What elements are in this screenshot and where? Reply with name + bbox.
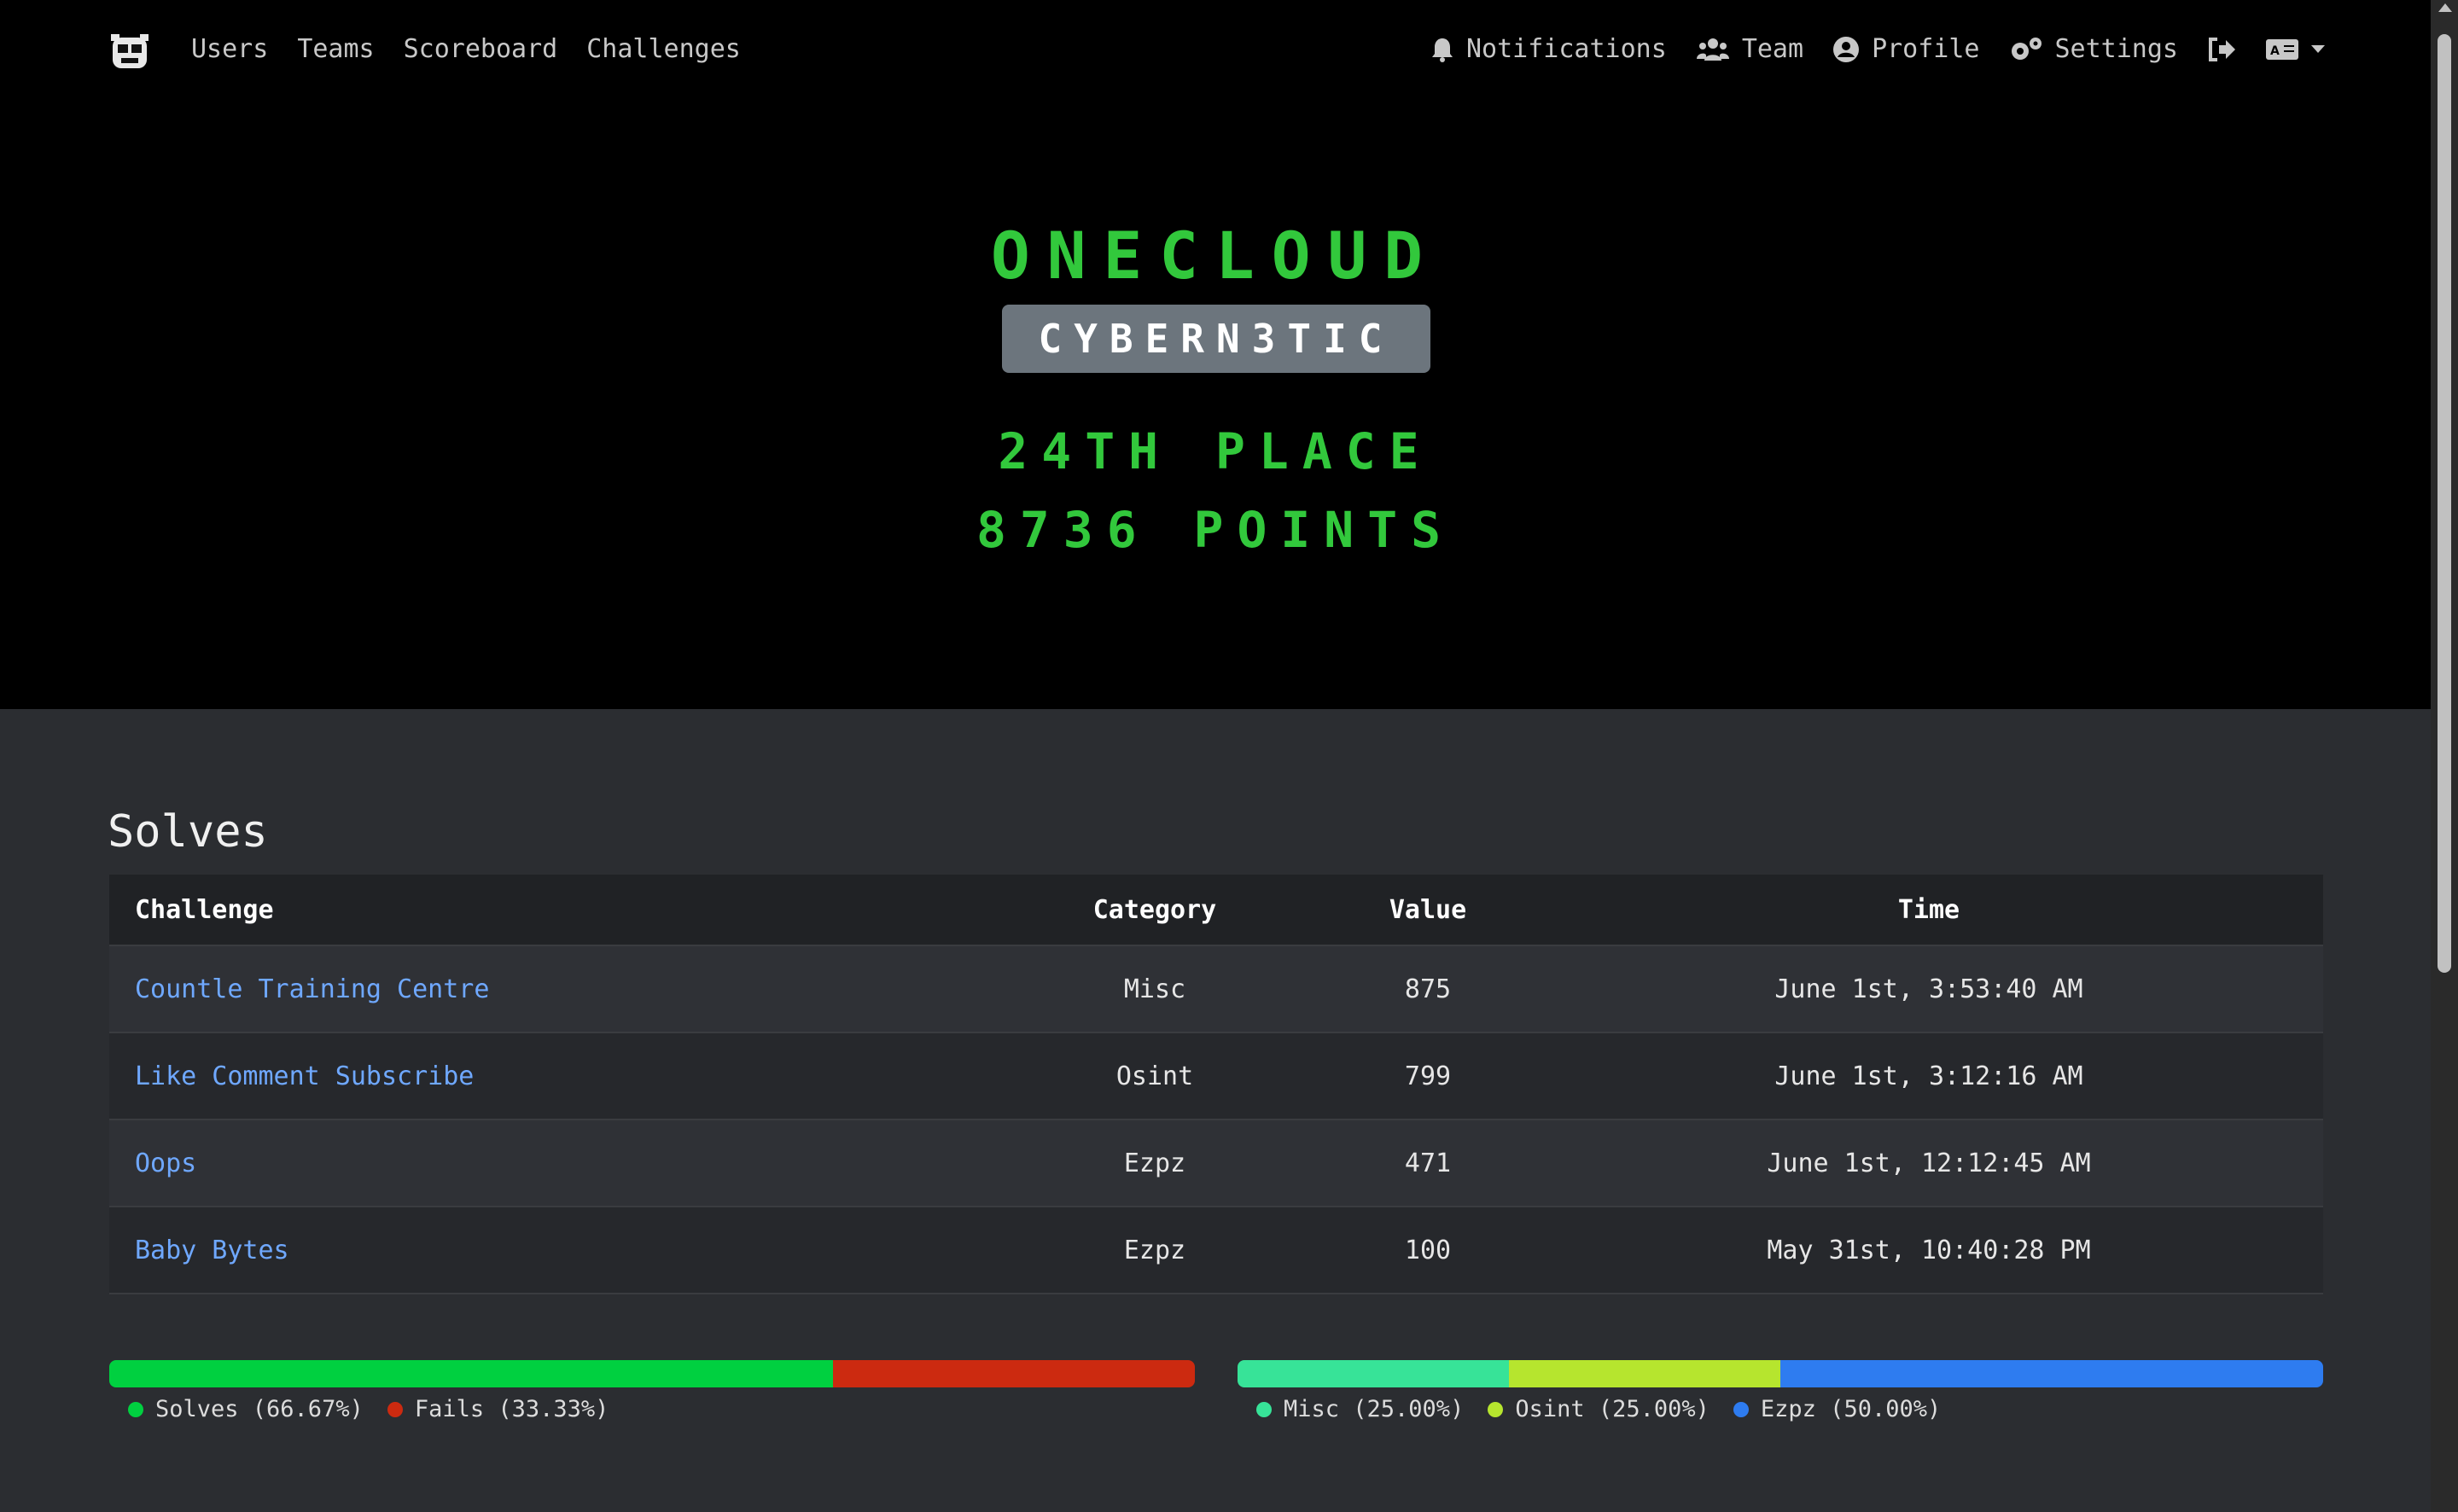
- challenge-link[interactable]: Like Comment Subscribe: [135, 1061, 474, 1091]
- legend-label: Osint (25.00%): [1515, 1396, 1710, 1422]
- cell-category: Ezpz: [988, 1207, 1321, 1294]
- solve-legend: Solves (66.67%) Fails (33.33%): [128, 1396, 609, 1422]
- cell-time: June 1st, 3:53:40 AM: [1535, 945, 2323, 1033]
- caret-down-icon: [2311, 45, 2325, 53]
- language-icon: A: [2266, 39, 2298, 60]
- cell-time: May 31st, 10:40:28 PM: [1535, 1207, 2323, 1294]
- svg-text:A: A: [2270, 44, 2280, 58]
- team-header: [0, 98, 2431, 709]
- cell-challenge: Like Comment Subscribe: [109, 1032, 988, 1120]
- sign-out-icon: [2209, 38, 2235, 61]
- team-place: 24TH PLACE: [998, 422, 1433, 480]
- cell-value: 875: [1321, 945, 1535, 1033]
- nav-team-label: Team: [1741, 34, 1804, 64]
- legend-label: Misc (25.00%): [1284, 1396, 1465, 1422]
- nav-left: Users Teams Scoreboard Challenges: [191, 31, 741, 68]
- cell-category: Osint: [988, 1032, 1321, 1120]
- cell-challenge: Oops: [109, 1119, 988, 1207]
- challenge-link[interactable]: Baby Bytes: [135, 1236, 289, 1265]
- nav-profile-label: Profile: [1872, 34, 1980, 64]
- solves-table: Challenge Category Value Time Countle Tr…: [109, 875, 2323, 1294]
- nav-settings-label: Settings: [2054, 34, 2179, 64]
- bar-segment: [1238, 1360, 1509, 1387]
- cell-time: June 1st, 12:12:45 AM: [1535, 1119, 2323, 1207]
- legend-dot-icon: [128, 1401, 143, 1417]
- table-row: Countle Training Centre Misc 875 June 1s…: [109, 945, 2323, 1033]
- cell-category: Ezpz: [988, 1119, 1321, 1207]
- challenge-link[interactable]: Oops: [135, 1149, 196, 1178]
- team-points: 8736 POINTS: [976, 501, 1455, 559]
- site-logo[interactable]: [109, 32, 150, 73]
- header-time: Time: [1535, 875, 2323, 946]
- cell-category: Misc: [988, 945, 1321, 1033]
- language-dropdown[interactable]: A: [2265, 38, 2325, 61]
- users-icon: [1696, 38, 1729, 61]
- legend-label: Fails (33.33%): [414, 1396, 609, 1422]
- bell-icon: [1432, 38, 1453, 62]
- category-legend: Misc (25.00%) Osint (25.00%) Ezpz (50.00%): [1256, 1396, 1941, 1422]
- user-circle-icon: [1833, 37, 1860, 62]
- legend-label: Ezpz (50.00%): [1760, 1396, 1942, 1422]
- category-breakdown-bar: [1238, 1360, 2323, 1387]
- table-row: Baby Bytes Ezpz 100 May 31st, 10:40:28 P…: [109, 1207, 2323, 1294]
- scroll-thumb[interactable]: [2438, 34, 2451, 973]
- nav-settings[interactable]: Settings: [2009, 31, 2179, 68]
- cell-value: 799: [1321, 1032, 1535, 1120]
- nav-profile[interactable]: Profile: [1832, 31, 1980, 68]
- legend-item[interactable]: Solves (66.67%): [128, 1396, 364, 1422]
- cell-challenge: Baby Bytes: [109, 1207, 988, 1294]
- legend-dot-icon: [1733, 1401, 1749, 1417]
- bar-segment: [1780, 1360, 2323, 1387]
- table-header-row: Challenge Category Value Time: [109, 875, 2323, 946]
- cogs-icon: [2011, 38, 2042, 60]
- nav-team[interactable]: Team: [1696, 31, 1803, 68]
- scroll-up-arrow[interactable]: [2438, 3, 2452, 12]
- nav-notifications[interactable]: Notifications: [1430, 31, 1667, 68]
- legend-dot-icon: [1256, 1401, 1272, 1417]
- table-row: Like Comment Subscribe Osint 799 June 1s…: [109, 1032, 2323, 1120]
- legend-dot-icon: [387, 1401, 403, 1417]
- legend-item[interactable]: Ezpz (50.00%): [1733, 1396, 1941, 1422]
- legend-item[interactable]: Misc (25.00%): [1256, 1396, 1464, 1422]
- solve-percentage-bar: [109, 1360, 1195, 1387]
- team-affiliation-badge: CYBERN3TIC: [1002, 305, 1430, 373]
- legend-label: Solves (66.67%): [155, 1396, 364, 1422]
- challenge-link[interactable]: Countle Training Centre: [135, 974, 489, 1004]
- cell-challenge: Countle Training Centre: [109, 945, 988, 1033]
- team-name: ONECLOUD: [990, 218, 1441, 294]
- header-challenge: Challenge: [109, 875, 988, 946]
- nav-challenges[interactable]: Challenges: [586, 31, 741, 68]
- header-category: Category: [988, 875, 1321, 946]
- bar-segment: [1509, 1360, 1780, 1387]
- bar-segment: [833, 1360, 1195, 1387]
- nav-scoreboard[interactable]: Scoreboard: [404, 31, 558, 68]
- cell-time: June 1st, 3:12:16 AM: [1535, 1032, 2323, 1120]
- table-row: Oops Ezpz 471 June 1st, 12:12:45 AM: [109, 1119, 2323, 1207]
- nav-logout[interactable]: [2207, 37, 2236, 62]
- bar-segment: [109, 1360, 834, 1387]
- legend-item[interactable]: Osint (25.00%): [1488, 1396, 1710, 1422]
- nav-users[interactable]: Users: [191, 31, 268, 68]
- legend-dot-icon: [1488, 1401, 1504, 1417]
- nav-notifications-label: Notifications: [1466, 34, 1667, 64]
- cell-value: 471: [1321, 1119, 1535, 1207]
- header-value: Value: [1321, 875, 1535, 946]
- legend-item[interactable]: Fails (33.33%): [387, 1396, 609, 1422]
- cell-value: 100: [1321, 1207, 1535, 1294]
- nav-teams[interactable]: Teams: [297, 31, 374, 68]
- nav-right: Notifications Team Profile Settings A: [1430, 31, 2325, 68]
- solves-heading: Solves: [108, 806, 268, 858]
